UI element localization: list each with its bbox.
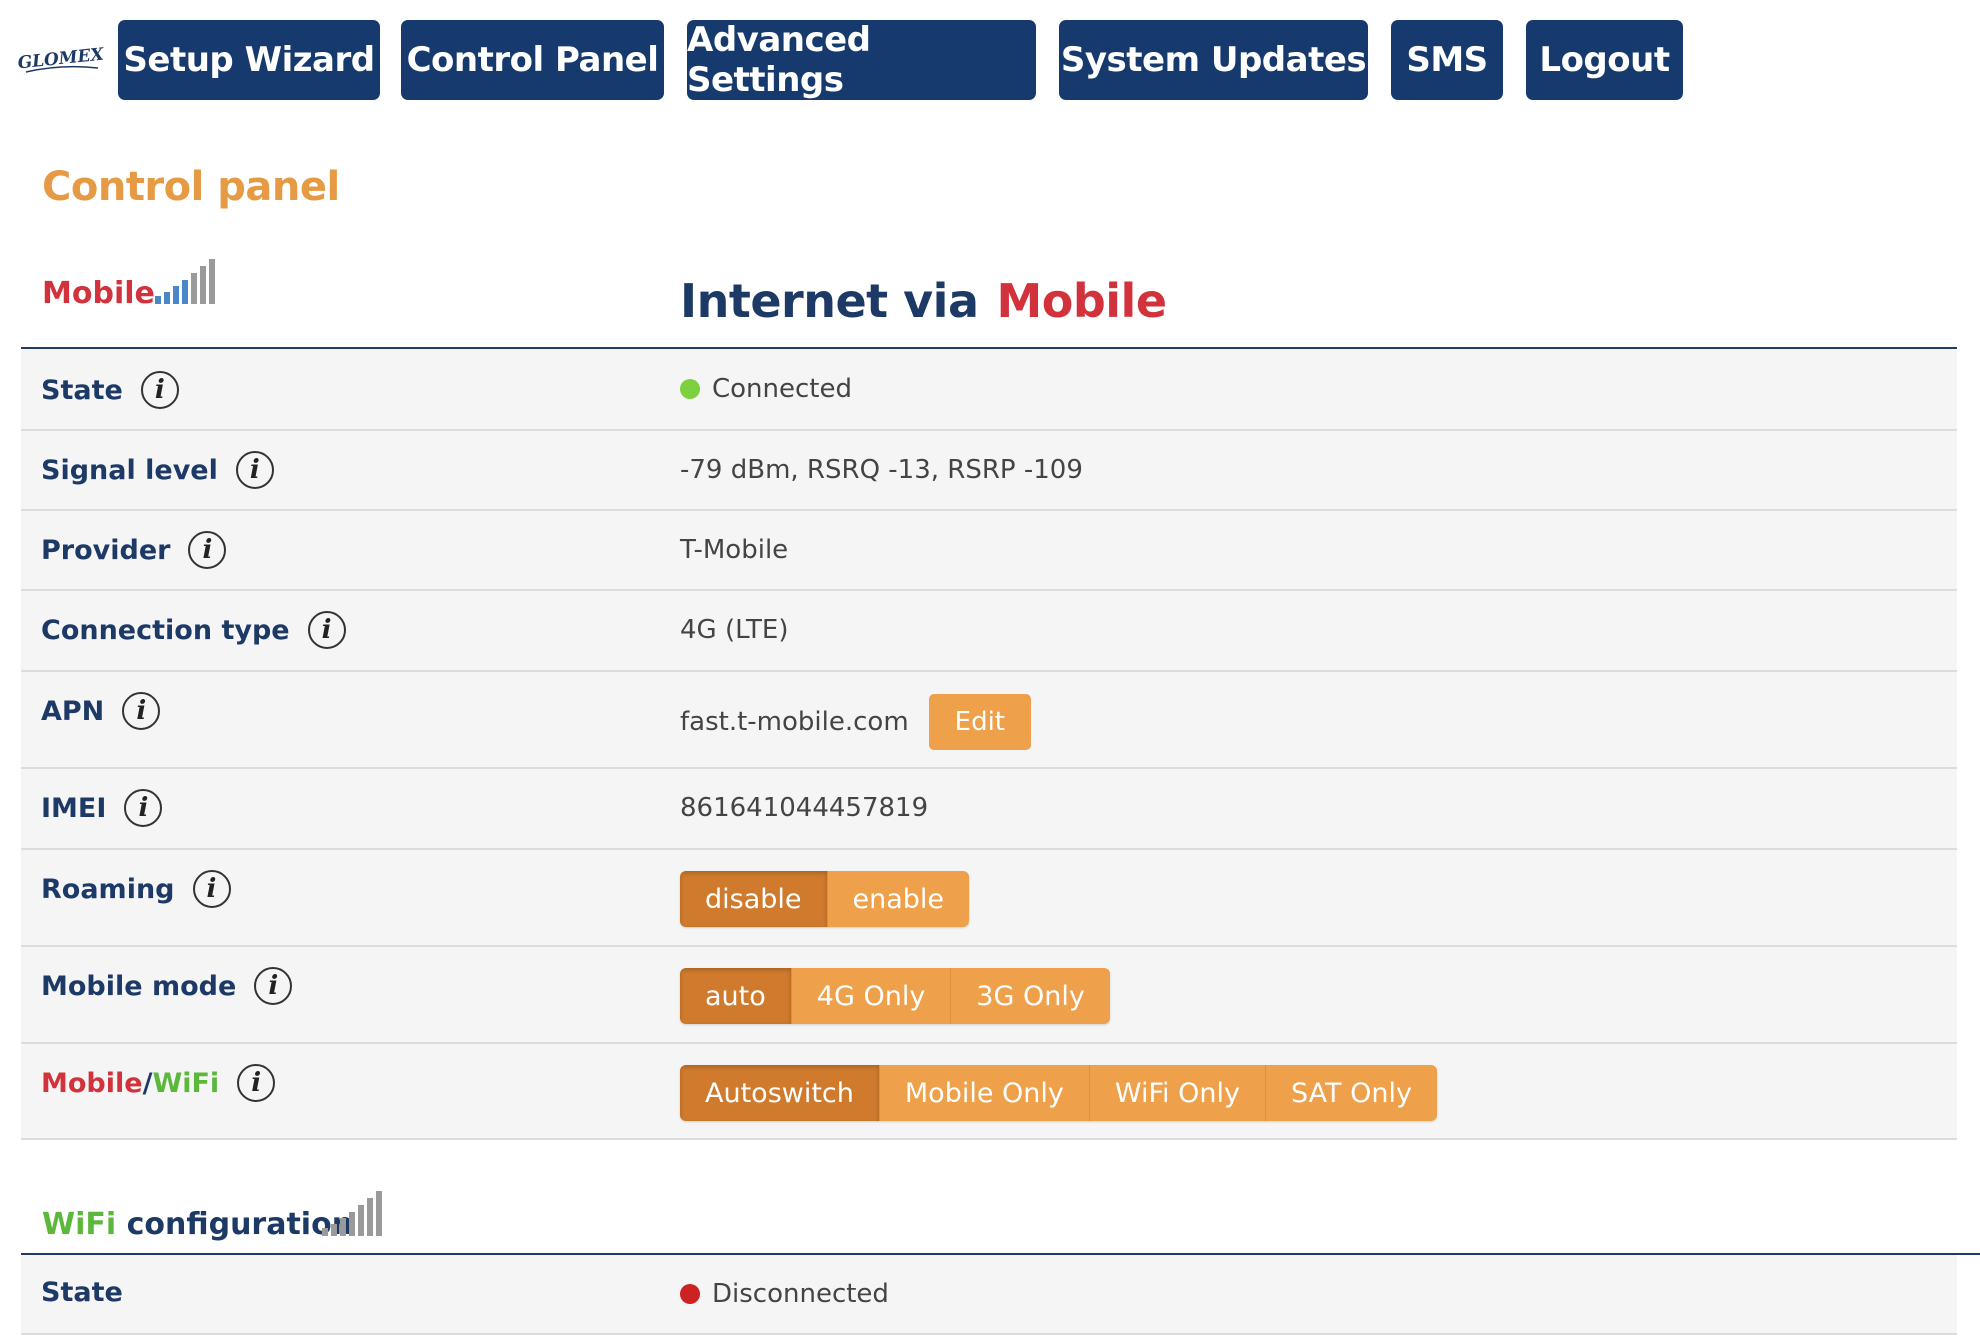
svg-text:GLOMEX: GLOMEX <box>18 44 104 73</box>
nav-logout[interactable]: Logout <box>1526 20 1683 100</box>
state-value-text: Connected <box>712 374 853 404</box>
row-imei: IMEI i 861641044457819 <box>21 769 1957 850</box>
internet-via-prefix: Internet via <box>680 274 979 328</box>
info-icon[interactable]: i <box>124 789 163 827</box>
row-mobile-mode: Mobile mode i auto 4G Only 3G Only <box>21 947 1957 1044</box>
mobile-wifi-option-sat-only[interactable]: SAT Only <box>1266 1065 1437 1121</box>
nav-setup-wizard[interactable]: Setup Wizard <box>118 20 380 100</box>
wifi-state-value: Disconnected <box>680 1279 889 1309</box>
row-roaming: Roaming i disable enable <box>21 850 1957 947</box>
label-separator: / <box>142 1067 153 1099</box>
wifi-state-label: State <box>41 1277 123 1308</box>
row-wifi-state: State Disconnected <box>21 1255 1957 1335</box>
provider-label: Provider i <box>41 531 227 569</box>
mobile-word: Mobile <box>41 1067 143 1099</box>
mobile-wifi-toggle: Autoswitch Mobile Only WiFi Only SAT Onl… <box>680 1065 1437 1121</box>
mobile-mode-label: Mobile mode i <box>41 967 293 1005</box>
info-icon[interactable]: i <box>235 451 274 489</box>
internet-via-mode: Mobile <box>996 274 1167 328</box>
info-icon[interactable]: i <box>122 692 161 730</box>
mobile-mode-option-auto[interactable]: auto <box>680 968 792 1024</box>
connection-label: Connection type i <box>41 611 346 649</box>
signal-label-text: Signal level <box>41 454 218 486</box>
wifi-state-value-text: Disconnected <box>712 1279 889 1309</box>
glomex-logo[interactable]: GLOMEX <box>18 42 104 82</box>
info-icon[interactable]: i <box>307 611 346 649</box>
apn-value: fast.t-mobile.com Edit <box>680 694 1032 750</box>
mobile-mode-option-4g[interactable]: 4G Only <box>791 968 952 1024</box>
wifi-section-label: WiFi configuration <box>42 1207 353 1242</box>
status-dot-icon <box>680 1284 700 1304</box>
wifi-signal-icon <box>322 1191 382 1236</box>
signal-label: Signal level i <box>41 451 274 489</box>
top-navigation: GLOMEX Setup Wizard Control Panel Advanc… <box>0 0 1980 110</box>
wifi-section-word: WiFi <box>42 1207 117 1242</box>
info-icon[interactable]: i <box>254 967 293 1005</box>
wifi-word: WiFi <box>152 1067 220 1099</box>
imei-label: IMEI i <box>41 789 163 827</box>
internet-via-heading: Internet via Mobile <box>680 274 1167 328</box>
row-connection-type: Connection type i 4G (LTE) <box>21 591 1957 672</box>
connection-value: 4G (LTE) <box>680 615 789 645</box>
state-label: State i <box>41 371 179 409</box>
apn-value-text: fast.t-mobile.com <box>680 707 909 737</box>
mobile-wifi-segmented-control: Autoswitch Mobile Only WiFi Only SAT Onl… <box>680 1065 1437 1121</box>
info-icon[interactable]: i <box>237 1064 276 1102</box>
roaming-label-text: Roaming <box>41 873 175 905</box>
nav-sms[interactable]: SMS <box>1391 20 1503 100</box>
state-value: Connected <box>680 374 852 404</box>
nav-advanced-settings[interactable]: Advanced Settings <box>687 20 1036 100</box>
row-provider: Provider i T-Mobile <box>21 511 1957 591</box>
mobile-mode-segmented-control: auto 4G Only 3G Only <box>680 968 1110 1024</box>
mobile-wifi-option-mobile-only[interactable]: Mobile Only <box>879 1065 1090 1121</box>
mobile-section-label: Mobile <box>42 276 155 311</box>
connection-label-text: Connection type <box>41 614 290 646</box>
status-dot-icon <box>680 379 700 399</box>
mobile-mode-toggle: auto 4G Only 3G Only <box>680 968 1110 1024</box>
nav-control-panel[interactable]: Control Panel <box>401 20 664 100</box>
roaming-segmented-control: disable enable <box>680 871 970 927</box>
apn-label-text: APN <box>41 695 105 727</box>
nav-system-updates[interactable]: System Updates <box>1059 20 1368 100</box>
imei-label-text: IMEI <box>41 792 107 824</box>
mobile-wifi-option-autoswitch[interactable]: Autoswitch <box>680 1065 880 1121</box>
provider-label-text: Provider <box>41 534 171 566</box>
row-apn: APN i fast.t-mobile.com Edit <box>21 672 1957 769</box>
roaming-option-enable[interactable]: enable <box>827 871 970 927</box>
state-label-text: State <box>41 374 123 406</box>
mobile-mode-option-3g[interactable]: 3G Only <box>951 968 1110 1024</box>
mobile-signal-icon <box>155 259 215 304</box>
apn-edit-button[interactable]: Edit <box>928 694 1032 750</box>
page-title: Control panel <box>42 164 340 210</box>
row-signal-level: Signal level i -79 dBm, RSRQ -13, RSRP -… <box>21 431 1957 511</box>
apn-label: APN i <box>41 692 161 730</box>
info-icon[interactable]: i <box>140 371 179 409</box>
info-icon[interactable]: i <box>188 531 227 569</box>
mobile-mode-label-text: Mobile mode <box>41 970 237 1002</box>
info-icon[interactable]: i <box>192 870 231 908</box>
wifi-state-label-text: State <box>41 1277 123 1308</box>
roaming-label: Roaming i <box>41 870 231 908</box>
imei-value: 861641044457819 <box>680 793 929 823</box>
mobile-wifi-option-wifi-only[interactable]: WiFi Only <box>1089 1065 1266 1121</box>
roaming-option-disable[interactable]: disable <box>680 871 828 927</box>
mobile-wifi-label: Mobile/WiFi i <box>41 1064 276 1102</box>
row-state: State i Connected <box>21 349 1957 431</box>
row-mobile-wifi: Mobile/WiFi i Autoswitch Mobile Only WiF… <box>21 1044 1957 1140</box>
roaming-toggle: disable enable <box>680 871 970 927</box>
signal-value: -79 dBm, RSRQ -13, RSRP -109 <box>680 455 1083 485</box>
mobile-wifi-label-text: Mobile/WiFi <box>41 1068 219 1099</box>
provider-value: T-Mobile <box>680 535 789 565</box>
